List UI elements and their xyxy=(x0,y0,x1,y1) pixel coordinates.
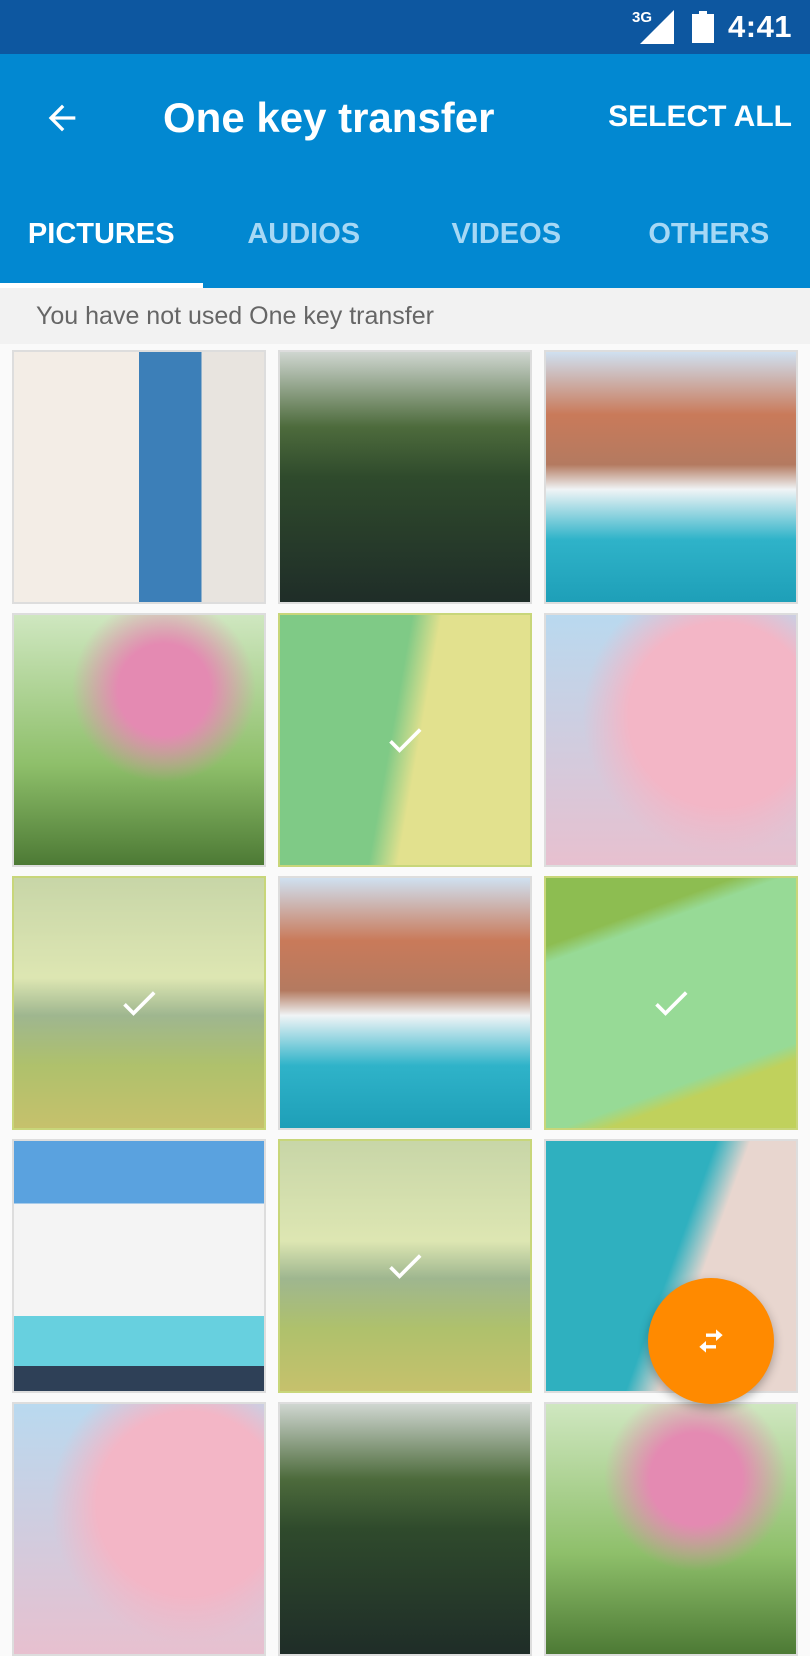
picture-item[interactable] xyxy=(278,1139,532,1393)
swap-arrows-icon xyxy=(691,1321,731,1361)
tab-label: VIDEOS xyxy=(451,218,561,250)
tab-audios[interactable]: AUDIOS xyxy=(203,210,406,288)
picture-item[interactable] xyxy=(12,350,266,604)
picture-item[interactable] xyxy=(544,613,798,867)
tab-label: OTHERS xyxy=(648,218,769,250)
picture-item[interactable] xyxy=(544,1402,798,1656)
battery-icon xyxy=(692,11,714,43)
check-icon xyxy=(383,718,427,762)
picture-thumbnail xyxy=(546,1404,796,1654)
back-button[interactable] xyxy=(36,92,88,144)
picture-item[interactable] xyxy=(278,876,532,1130)
check-icon xyxy=(383,1244,427,1288)
arrow-back-icon xyxy=(42,98,82,138)
select-all-button[interactable]: SELECT ALL xyxy=(608,100,792,134)
picture-thumbnail xyxy=(280,352,530,602)
picture-thumbnail xyxy=(280,878,530,1128)
tab-pictures[interactable]: PICTURES xyxy=(0,210,203,288)
picture-item[interactable] xyxy=(278,350,532,604)
picture-item[interactable] xyxy=(544,876,798,1130)
picture-item[interactable] xyxy=(12,1139,266,1393)
check-icon xyxy=(117,981,161,1025)
picture-item[interactable] xyxy=(12,613,266,867)
picture-thumbnail xyxy=(14,1404,264,1654)
picture-item[interactable] xyxy=(544,350,798,604)
picture-item[interactable] xyxy=(12,1402,266,1656)
clock: 4:41 xyxy=(728,9,792,45)
picture-thumbnail xyxy=(546,615,796,865)
picture-item[interactable] xyxy=(12,876,266,1130)
tab-bar: PICTURES AUDIOS VIDEOS OTHERS xyxy=(0,210,810,288)
tab-label: AUDIOS xyxy=(247,218,360,250)
picture-thumbnail xyxy=(546,352,796,602)
app-bar: One key transfer SELECT ALL PICTURES AUD… xyxy=(0,54,810,288)
usage-notice: You have not used One key transfer xyxy=(0,288,810,344)
check-icon xyxy=(649,981,693,1025)
picture-thumbnail xyxy=(14,1141,264,1391)
tab-videos[interactable]: VIDEOS xyxy=(405,210,608,288)
picture-thumbnail xyxy=(14,615,264,865)
tab-label: PICTURES xyxy=(28,218,175,250)
picture-item[interactable] xyxy=(278,1402,532,1656)
transfer-fab[interactable] xyxy=(648,1278,774,1404)
tab-others[interactable]: OTHERS xyxy=(608,210,810,288)
status-bar: 3G 4:41 xyxy=(0,0,810,54)
picture-thumbnail xyxy=(280,1404,530,1654)
signal-icon xyxy=(640,10,674,44)
page-title: One key transfer xyxy=(163,94,495,142)
picture-thumbnail xyxy=(14,352,264,602)
picture-item[interactable] xyxy=(278,613,532,867)
